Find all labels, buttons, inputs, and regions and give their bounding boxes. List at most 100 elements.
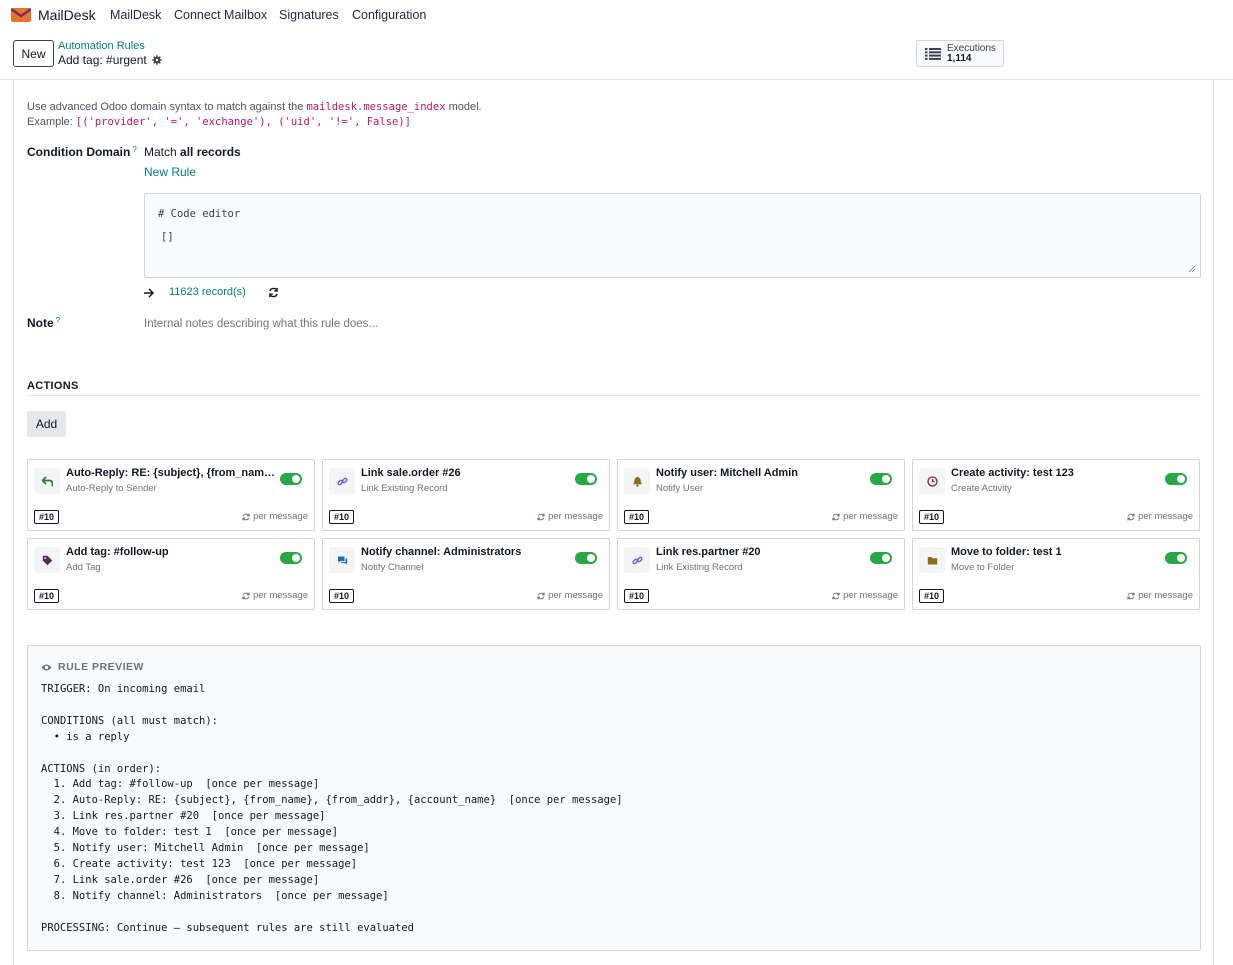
app-brand[interactable]: MailDesk bbox=[38, 7, 96, 23]
repeat-icon bbox=[832, 592, 840, 599]
preview-line: TRIGGER: On incoming email bbox=[41, 683, 206, 695]
action-sequence-badge: #10 bbox=[919, 589, 945, 603]
action-frequency: per message bbox=[242, 590, 308, 601]
new-rule-link[interactable]: New Rule bbox=[144, 165, 196, 179]
bell-icon bbox=[632, 476, 642, 487]
action-enabled-toggle[interactable] bbox=[870, 473, 892, 485]
repeat-icon bbox=[832, 513, 840, 520]
action-type-badge bbox=[624, 468, 650, 494]
action-card-subtitle: Notify Channel bbox=[361, 562, 424, 573]
action-card-subtitle: Link Existing Record bbox=[361, 483, 448, 494]
action-frequency-label: per message bbox=[1138, 511, 1193, 522]
action-frequency: per message bbox=[537, 511, 603, 522]
breadcrumb-current: Add tag: #urgent bbox=[58, 53, 162, 67]
action-card-subtitle: Create Activity bbox=[951, 483, 1012, 494]
folder-icon bbox=[927, 556, 937, 564]
preview-line: 1. Add tag: #follow-up [once per message… bbox=[41, 778, 320, 791]
action-frequency-label: per message bbox=[843, 590, 898, 601]
reply-icon bbox=[41, 475, 53, 486]
action-enabled-toggle[interactable] bbox=[575, 473, 597, 485]
action-card[interactable]: Auto-Reply: RE: {subject}, {from_name}, … bbox=[27, 459, 315, 531]
action-card[interactable]: Link res.partner #20 Link Existing Record… bbox=[617, 538, 905, 610]
nav-item-maildesk[interactable]: MailDesk bbox=[110, 8, 161, 22]
action-card-title: Move to folder: test 1 bbox=[951, 546, 1062, 558]
nav-item-signatures[interactable]: Signatures bbox=[279, 8, 339, 22]
action-frequency: per message bbox=[832, 590, 898, 601]
action-enabled-toggle[interactable] bbox=[575, 552, 597, 564]
action-card-subtitle: Add Tag bbox=[66, 562, 101, 573]
rule-preview-text: TRIGGER: On incoming email CONDITIONS (a… bbox=[41, 682, 623, 937]
preview-line: 2. Auto-Reply: RE: {subject}, {from_name… bbox=[41, 794, 623, 807]
action-enabled-toggle[interactable] bbox=[1165, 552, 1187, 564]
match-scope: all records bbox=[180, 145, 241, 159]
resize-handle-icon[interactable] bbox=[1188, 265, 1196, 273]
example-label: Example: bbox=[27, 116, 76, 128]
preview-line: • is a reply bbox=[41, 730, 130, 743]
action-card[interactable]: Add tag: #follow-up Add Tag #10 per message bbox=[27, 538, 315, 610]
comments-icon bbox=[337, 556, 347, 565]
action-enabled-toggle[interactable] bbox=[280, 473, 302, 485]
preview-line: 6. Create activity: test 123 [once per m… bbox=[41, 857, 358, 870]
nav-item-connect-mailbox[interactable]: Connect Mailbox bbox=[174, 8, 267, 22]
action-enabled-toggle[interactable] bbox=[870, 552, 892, 564]
breadcrumb-parent[interactable]: Automation Rules bbox=[58, 40, 145, 52]
action-card[interactable]: Move to folder: test 1 Move to Folder #10 p… bbox=[912, 538, 1200, 610]
action-card[interactable]: Create activity: test 123 Create Activity… bbox=[912, 459, 1200, 531]
action-frequency: per message bbox=[1127, 590, 1193, 601]
note-label: Note? bbox=[27, 316, 60, 330]
action-card-title: Auto-Reply: RE: {subject}, {from_name}, … bbox=[66, 467, 276, 479]
domain-match-summary: Match all records bbox=[144, 145, 241, 159]
preview-line bbox=[41, 905, 623, 921]
executions-text: Executions 1,114 bbox=[947, 42, 996, 64]
action-card-subtitle: Link Existing Record bbox=[656, 562, 743, 573]
gear-icon[interactable] bbox=[152, 55, 162, 65]
note-field[interactable] bbox=[144, 318, 744, 330]
rule-preview-header: RULE PREVIEW bbox=[41, 661, 144, 673]
repeat-icon bbox=[242, 513, 250, 520]
action-frequency-label: per message bbox=[548, 511, 603, 522]
action-type-badge bbox=[329, 547, 355, 573]
record-count-link[interactable]: 11623 record(s) bbox=[169, 286, 246, 298]
action-card[interactable]: Link sale.order #26 Link Existing Record #… bbox=[322, 459, 610, 531]
nav-item-configuration[interactable]: Configuration bbox=[352, 8, 426, 22]
add-action-button[interactable]: Add bbox=[27, 411, 66, 437]
new-button[interactable]: New bbox=[13, 40, 54, 67]
breadcrumb-current-label: Add tag: #urgent bbox=[58, 53, 147, 67]
preview-line: 4. Move to folder: test 1 [once per mess… bbox=[41, 826, 339, 839]
help-tooltip-icon[interactable]: ? bbox=[132, 145, 136, 154]
action-card-subtitle: Move to Folder bbox=[951, 562, 1015, 573]
action-type-badge bbox=[34, 468, 60, 494]
action-sequence-badge: #10 bbox=[624, 589, 650, 603]
clock-icon bbox=[926, 475, 938, 487]
domain-help-text: Use advanced Odoo domain syntax to match… bbox=[27, 101, 482, 113]
preview-line bbox=[41, 746, 623, 762]
action-enabled-toggle[interactable] bbox=[1165, 473, 1187, 485]
note-label-text: Note bbox=[27, 316, 54, 330]
repeat-icon bbox=[537, 513, 545, 520]
action-type-badge bbox=[919, 468, 945, 494]
action-frequency: per message bbox=[1127, 511, 1193, 522]
action-card[interactable]: Notify user: Mitchell Admin Notify User #1… bbox=[617, 459, 905, 531]
action-type-badge bbox=[919, 547, 945, 573]
preview-line: ACTIONS (in order): bbox=[41, 762, 162, 775]
action-card-title: Create activity: test 123 bbox=[951, 467, 1074, 479]
help-model: maildesk.message_index bbox=[306, 101, 446, 113]
rule-preview-panel: RULE PREVIEW TRIGGER: On incoming email … bbox=[27, 645, 1201, 951]
mail-logo-icon[interactable] bbox=[11, 8, 31, 22]
action-sequence-badge: #10 bbox=[919, 510, 945, 524]
action-card-title: Notify user: Mitchell Admin bbox=[656, 467, 798, 479]
help-tooltip-icon[interactable]: ? bbox=[56, 316, 60, 325]
executions-smart-button[interactable]: Executions 1,114 bbox=[916, 40, 1004, 67]
action-sequence-badge: #10 bbox=[34, 589, 60, 603]
repeat-icon bbox=[1127, 513, 1135, 520]
domain-code-editor[interactable]: # Code editor [] bbox=[144, 193, 1201, 278]
action-type-badge bbox=[329, 468, 355, 494]
preview-line: 8. Notify channel: Administrators [once … bbox=[41, 889, 389, 902]
match-prefix: Match bbox=[144, 145, 181, 159]
refresh-icon[interactable] bbox=[268, 287, 279, 298]
executions-label: Executions bbox=[947, 42, 996, 54]
action-card[interactable]: Notify channel: Administrators Notify Cha… bbox=[322, 538, 610, 610]
repeat-icon bbox=[537, 592, 545, 599]
action-enabled-toggle[interactable] bbox=[280, 552, 302, 564]
action-card-subtitle: Notify User bbox=[656, 483, 703, 494]
